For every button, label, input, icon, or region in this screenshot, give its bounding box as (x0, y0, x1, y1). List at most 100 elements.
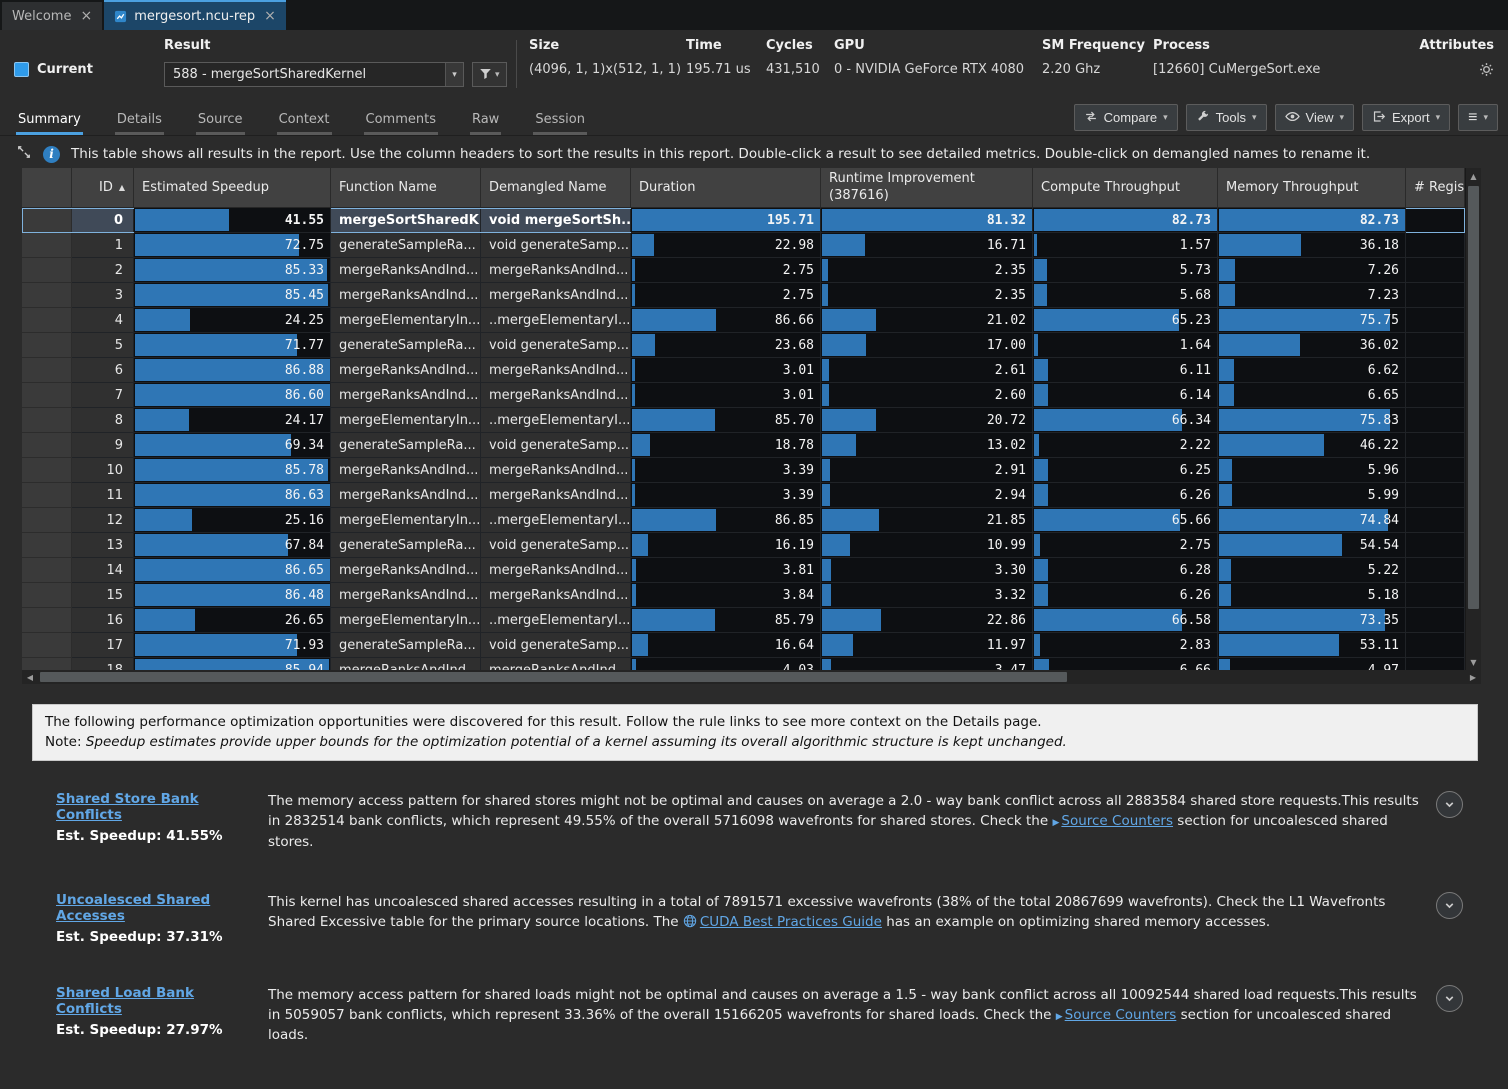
export-button[interactable]: Export ▾ (1362, 104, 1450, 131)
row-handle[interactable] (22, 358, 72, 383)
scrollbar-track[interactable] (38, 670, 1465, 684)
cell-fn[interactable]: generateSampleRa... (331, 533, 481, 558)
table-row[interactable]: 786.60mergeRanksAndInd...mergeRanksAndIn… (22, 383, 1465, 408)
column-header-registers[interactable]: # Registers (1406, 168, 1465, 208)
row-handle[interactable] (22, 558, 72, 583)
column-header-estimated-speedup[interactable]: Estimated Speedup (134, 168, 331, 208)
cell-dm[interactable]: mergeRanksAndInd... (481, 658, 631, 670)
window-tab-welcome[interactable]: Welcome× (2, 2, 102, 30)
column-header-demangled-name[interactable]: Demangled Name (481, 168, 631, 208)
tab-source[interactable]: Source (196, 106, 245, 135)
row-handle[interactable] (22, 383, 72, 408)
close-tab-icon[interactable]: × (264, 8, 276, 24)
cell-fn[interactable]: mergeElementaryIn... (331, 608, 481, 633)
current-checkbox[interactable] (14, 62, 29, 77)
row-handle[interactable] (22, 308, 72, 333)
cell-fn[interactable]: mergeSortSharedK... (331, 208, 481, 233)
cell-dm[interactable]: void generateSamp... (481, 333, 631, 358)
cell-dm[interactable]: void generateSamp... (481, 633, 631, 658)
row-handle[interactable] (22, 408, 72, 433)
table-row[interactable]: 1085.78mergeRanksAndInd...mergeRanksAndI… (22, 458, 1465, 483)
scrollbar-thumb[interactable] (1468, 186, 1479, 609)
scrollbar-thumb[interactable] (40, 672, 1067, 682)
compare-button[interactable]: Compare ▾ (1074, 104, 1178, 131)
row-handle[interactable] (22, 633, 72, 658)
cell-fn[interactable]: mergeElementaryIn... (331, 308, 481, 333)
table-row[interactable]: 285.33mergeRanksAndInd...mergeRanksAndIn… (22, 258, 1465, 283)
cell-fn[interactable]: generateSampleRa... (331, 633, 481, 658)
cell-dm[interactable]: mergeRanksAndInd... (481, 458, 631, 483)
rule-link[interactable]: Shared Load Bank Conflicts (56, 985, 252, 1017)
cell-dm[interactable]: mergeRanksAndInd... (481, 558, 631, 583)
table-row[interactable]: 1486.65mergeRanksAndInd...mergeRanksAndI… (22, 558, 1465, 583)
tab-session[interactable]: Session (533, 106, 587, 135)
column-header-duration[interactable]: Duration (631, 168, 821, 208)
column-header-id[interactable]: ID ▲ (72, 168, 134, 208)
cell-dm[interactable]: mergeRanksAndInd... (481, 258, 631, 283)
scroll-right-icon[interactable]: ▶ (1465, 670, 1481, 684)
table-row[interactable]: 172.75generateSampleRa...void generateSa… (22, 233, 1465, 258)
rule-link[interactable]: Shared Store Bank Conflicts (56, 791, 252, 823)
table-row[interactable]: 1586.48mergeRanksAndInd...mergeRanksAndI… (22, 583, 1465, 608)
cell-fn[interactable]: mergeRanksAndInd... (331, 583, 481, 608)
table-row[interactable]: 571.77generateSampleRa...void generateSa… (22, 333, 1465, 358)
column-header-compute-throughput[interactable]: Compute Throughput (1033, 168, 1218, 208)
cell-fn[interactable]: generateSampleRa... (331, 333, 481, 358)
row-handle[interactable] (22, 533, 72, 558)
cell-fn[interactable]: mergeRanksAndInd... (331, 383, 481, 408)
row-handle[interactable] (22, 658, 72, 670)
tab-summary[interactable]: Summary (16, 106, 83, 135)
table-row[interactable]: 1186.63mergeRanksAndInd...mergeRanksAndI… (22, 483, 1465, 508)
row-handle[interactable] (22, 483, 72, 508)
inline-link[interactable]: CUDA Best Practices Guide (683, 914, 882, 930)
view-button[interactable]: View ▾ (1275, 104, 1354, 131)
scroll-left-icon[interactable]: ◀ (22, 670, 38, 684)
scroll-up-icon[interactable]: ▲ (1466, 168, 1481, 184)
result-select[interactable]: 588 - mergeSortSharedKernel ▾ (164, 62, 464, 87)
column-header-memory-throughput[interactable]: Memory Throughput (1218, 168, 1406, 208)
rule-link[interactable]: Uncoalesced Shared Accesses (56, 892, 252, 924)
cell-fn[interactable]: mergeRanksAndInd... (331, 483, 481, 508)
cell-fn[interactable]: mergeRanksAndInd... (331, 258, 481, 283)
row-handle[interactable] (22, 608, 72, 633)
table-row[interactable]: 385.45mergeRanksAndInd...mergeRanksAndIn… (22, 283, 1465, 308)
collapse-rule-button[interactable] (1436, 791, 1463, 818)
cell-fn[interactable]: mergeRanksAndInd... (331, 658, 481, 670)
gear-icon[interactable] (1479, 62, 1494, 80)
cell-dm[interactable]: void generateSamp... (481, 433, 631, 458)
cell-dm[interactable]: mergeRanksAndInd... (481, 483, 631, 508)
close-tab-icon[interactable]: × (80, 8, 92, 24)
row-handle[interactable] (22, 258, 72, 283)
cell-dm[interactable]: void mergeSortSh... (481, 208, 631, 233)
table-row[interactable]: 1626.65mergeElementaryIn.....mergeElemen… (22, 608, 1465, 633)
vertical-scrollbar[interactable]: ▲ ▼ (1465, 168, 1481, 670)
cell-fn[interactable]: mergeRanksAndInd... (331, 283, 481, 308)
cell-dm[interactable]: ..mergeElementaryI... (481, 408, 631, 433)
table-row[interactable]: 1225.16mergeElementaryIn.....mergeElemen… (22, 508, 1465, 533)
table-row[interactable]: 1885.94mergeRanksAndInd...mergeRanksAndI… (22, 658, 1465, 670)
cell-dm[interactable]: ..mergeElementaryI... (481, 508, 631, 533)
table-row[interactable]: 686.88mergeRanksAndInd...mergeRanksAndIn… (22, 358, 1465, 383)
inline-link[interactable]: ▶Source Counters (1056, 1007, 1177, 1023)
cell-fn[interactable]: generateSampleRa... (331, 433, 481, 458)
table-row[interactable]: 041.55mergeSortSharedK...void mergeSortS… (22, 208, 1465, 233)
expand-toggle-icon[interactable] (16, 145, 32, 163)
cell-dm[interactable]: void generateSamp... (481, 233, 631, 258)
row-handle[interactable] (22, 233, 72, 258)
horizontal-scrollbar[interactable]: ◀ ▶ (22, 670, 1481, 684)
inline-link[interactable]: ▶Source Counters (1052, 813, 1173, 829)
cell-fn[interactable]: generateSampleRa... (331, 233, 481, 258)
menu-button[interactable]: ≡ ▾ (1458, 104, 1498, 131)
row-handle[interactable] (22, 283, 72, 308)
table-row[interactable]: 424.25mergeElementaryIn.....mergeElement… (22, 308, 1465, 333)
cell-dm[interactable]: ..mergeElementaryI... (481, 308, 631, 333)
cell-dm[interactable]: mergeRanksAndInd... (481, 283, 631, 308)
tab-comments[interactable]: Comments (364, 106, 438, 135)
filter-button[interactable]: ▾ (472, 62, 507, 87)
column-header-function-name[interactable]: Function Name (331, 168, 481, 208)
table-row[interactable]: 969.34generateSampleRa...void generateSa… (22, 433, 1465, 458)
row-handle[interactable] (22, 458, 72, 483)
window-tab-mergesort-ncu-rep[interactable]: mergesort.ncu-rep× (104, 0, 286, 30)
cell-fn[interactable]: mergeRanksAndInd... (331, 458, 481, 483)
row-handle[interactable] (22, 208, 72, 233)
